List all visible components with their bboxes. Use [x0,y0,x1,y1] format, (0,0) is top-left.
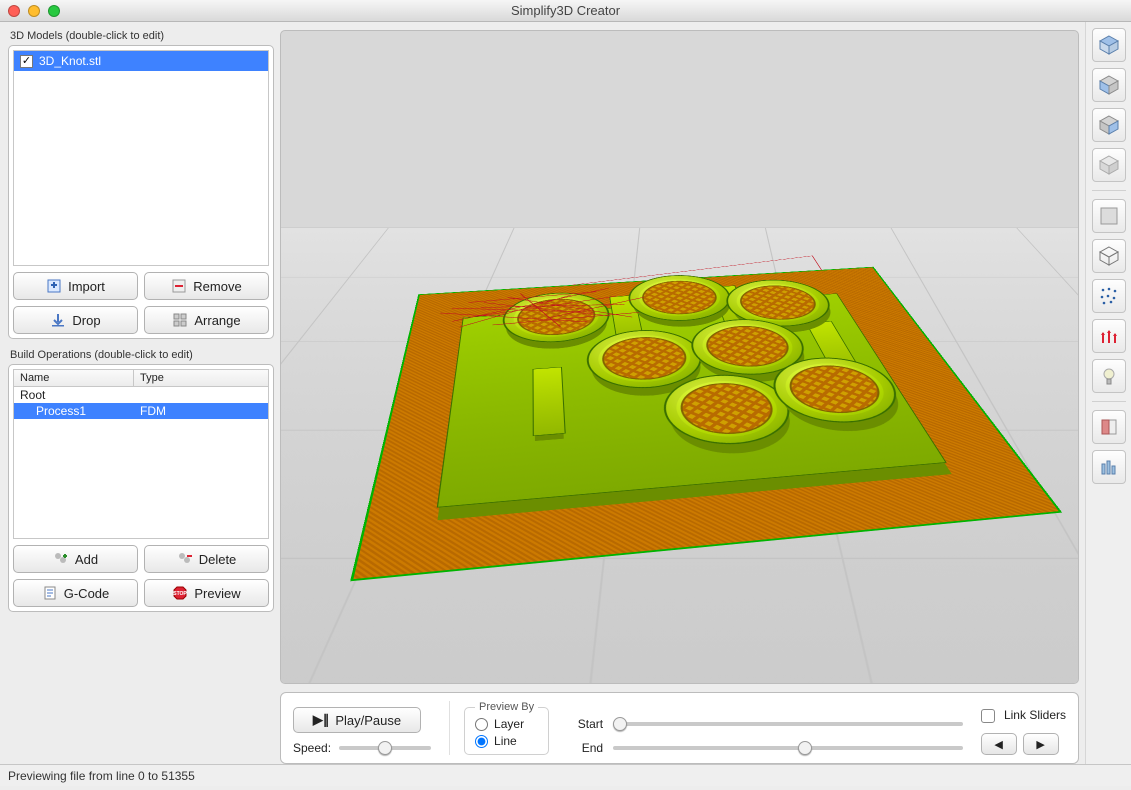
shade-solid-button[interactable] [1092,199,1126,233]
view-side-button[interactable] [1092,108,1126,142]
ops-row-type: FDM [134,404,268,418]
ops-row[interactable]: Process1 FDM [14,403,268,419]
window-title: Simplify3D Creator [0,3,1131,18]
radio-layer[interactable]: Layer [475,717,538,731]
delete-icon [177,551,193,567]
viewport-3d[interactable] [280,30,1079,684]
import-icon [46,278,62,294]
add-label: Add [75,552,98,567]
add-button[interactable]: Add [13,545,138,573]
drop-icon [50,312,66,328]
ops-header: Name Type [14,370,268,387]
play-pause-button[interactable]: ▶∥ Play/Pause [293,707,421,733]
gcode-button[interactable]: G-Code [13,579,138,607]
models-panel: ✓ 3D_Knot.stl Import Remove [8,45,274,339]
model-checkbox-icon[interactable]: ✓ [20,55,33,68]
view-side-icon [1098,114,1120,136]
ops-list[interactable]: Name Type Root Process1 FDM [13,369,269,539]
delete-button[interactable]: Delete [144,545,269,573]
preview-bar: ▶∥ Play/Pause Speed: Preview By Layer [280,692,1079,764]
lighting-button[interactable] [1092,359,1126,393]
titlebar: Simplify3D Creator [0,0,1131,22]
end-slider[interactable] [613,746,963,750]
drop-button[interactable]: Drop [13,306,138,334]
start-label: Start [567,717,603,731]
crosssection-button[interactable] [1092,410,1126,444]
radio-layer-label: Layer [494,717,524,731]
lighting-icon [1098,365,1120,387]
normals-button[interactable] [1092,319,1126,353]
ops-row-type [134,388,268,402]
status-bar: Previewing file from line 0 to 51355 [0,764,1131,786]
step-forward-button[interactable]: ▶ [1023,733,1059,755]
start-slider[interactable] [613,722,963,726]
model-name: 3D_Knot.stl [39,54,101,68]
play-pause-label: Play/Pause [335,713,401,728]
support-pillar [532,367,565,436]
model-row[interactable]: ✓ 3D_Knot.stl [14,51,268,71]
remove-button[interactable]: Remove [144,272,269,300]
chevron-left-icon: ◀ [994,738,1002,751]
preview-label: Preview [194,586,240,601]
ops-section-label: Build Operations (double-click to edit) [10,349,274,361]
ops-row[interactable]: Root [14,387,268,403]
right-toolbar [1085,22,1131,764]
link-sliders-label: Link Sliders [1004,708,1066,722]
view-top-icon [1098,34,1120,56]
radio-layer-input[interactable] [475,718,488,731]
arrange-button[interactable]: Arrange [144,306,269,334]
view-iso-button[interactable] [1092,148,1126,182]
shade-points-button[interactable] [1092,279,1126,313]
chevron-right-icon: ▶ [1036,738,1044,751]
ops-col-name[interactable]: Name [14,370,134,386]
ops-col-type[interactable]: Type [134,370,268,386]
radio-line-label: Line [494,734,517,748]
gcode-label: G-Code [64,586,110,601]
view-front-button[interactable] [1092,68,1126,102]
speed-slider[interactable] [339,746,431,750]
preview-button[interactable]: STOP Preview [144,579,269,607]
stop-icon: STOP [172,585,188,601]
preview-by-legend: Preview By [475,701,538,713]
import-label: Import [68,279,105,294]
status-text: Previewing file from line 0 to 51355 [8,769,195,783]
import-button[interactable]: Import [13,272,138,300]
delete-label: Delete [199,552,237,567]
preview-by-group: Preview By Layer Line [464,701,549,755]
radio-line-input[interactable] [475,735,488,748]
remove-icon [171,278,187,294]
end-label: End [567,741,603,755]
ops-row-name: Root [14,388,134,402]
normals-icon [1098,325,1120,347]
gcode-icon [42,585,58,601]
link-sliders[interactable]: Link Sliders [981,708,1066,723]
supports-button[interactable] [1092,450,1126,484]
svg-text:STOP: STOP [174,591,188,597]
models-section-label: 3D Models (double-click to edit) [10,30,274,42]
supports-icon [1098,456,1120,478]
play-pause-icon: ▶∥ [313,712,330,728]
arrange-icon [172,312,188,328]
ops-panel: Name Type Root Process1 FDM Add [8,364,274,612]
speed-label: Speed: [293,741,331,755]
view-iso-icon [1098,154,1120,176]
view-top-button[interactable] [1092,28,1126,62]
link-sliders-checkbox-icon[interactable] [981,709,995,723]
view-front-icon [1098,74,1120,96]
shade-points-icon [1098,285,1120,307]
shade-solid-icon [1098,205,1120,227]
crosssection-icon [1098,416,1120,438]
models-list[interactable]: ✓ 3D_Knot.stl [13,50,269,266]
shade-wire-button[interactable] [1092,239,1126,273]
step-back-button[interactable]: ◀ [981,733,1017,755]
radio-line[interactable]: Line [475,734,538,748]
ops-row-name: Process1 [14,404,134,418]
arrange-label: Arrange [194,313,240,328]
drop-label: Drop [72,313,100,328]
shade-wire-icon [1098,245,1120,267]
add-icon [53,551,69,567]
remove-label: Remove [193,279,241,294]
